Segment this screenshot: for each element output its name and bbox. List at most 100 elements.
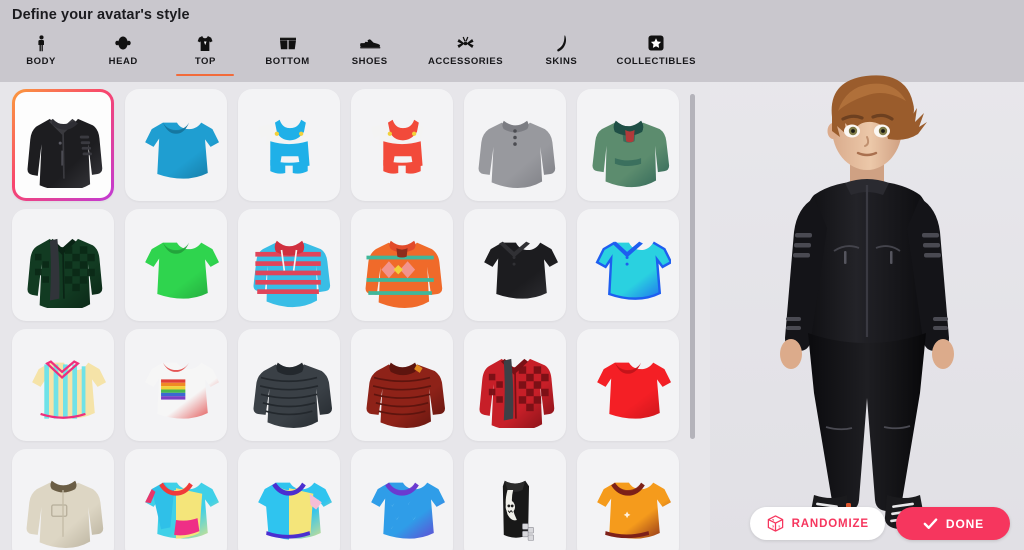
item-cell-green-checkered-jacket[interactable] bbox=[12, 209, 114, 321]
tab-label: COLLECTIBLES bbox=[616, 56, 696, 67]
star-badge-icon bbox=[643, 33, 669, 53]
tab-body[interactable]: BODY bbox=[0, 30, 82, 82]
item-cell-green-hoodie[interactable] bbox=[577, 89, 679, 201]
tab-accessories[interactable]: ACCESSORIES bbox=[411, 30, 521, 82]
garment-blue-heart-print-tshirt bbox=[371, 482, 445, 539]
garment-red-checkered-flannel bbox=[479, 358, 555, 428]
garment-white-rainbow-tshirt bbox=[145, 362, 219, 419]
top-shirt-icon bbox=[192, 33, 218, 53]
garment-black-skull-tank-top bbox=[502, 480, 534, 541]
grid-scrollbar-thumb[interactable] bbox=[690, 94, 695, 439]
item-thumbnail bbox=[238, 449, 340, 550]
check-icon bbox=[922, 515, 939, 532]
item-thumbnail bbox=[125, 449, 227, 550]
item-cell-red-overalls[interactable] bbox=[351, 89, 453, 201]
garment-colorblock-tshirt-yellow bbox=[145, 482, 219, 539]
tab-label: BODY bbox=[26, 56, 56, 67]
svg-text:?: ? bbox=[778, 525, 781, 530]
garment-grey-henley-sweater bbox=[478, 120, 556, 188]
item-thumbnail bbox=[12, 449, 114, 550]
tab-label: SKINS bbox=[545, 56, 578, 67]
item-grid-panel bbox=[0, 82, 710, 550]
item-cell-beige-hooded-sweater[interactable] bbox=[12, 449, 114, 550]
item-cell-black-skull-tank-top[interactable] bbox=[464, 449, 566, 550]
tab-shoes[interactable]: SHOES bbox=[329, 30, 411, 82]
item-thumbnail bbox=[577, 449, 679, 550]
avatar-stage[interactable] bbox=[710, 0, 1024, 550]
item-cell-orange-patterned-sweater[interactable] bbox=[351, 209, 453, 321]
tab-active-underline bbox=[94, 74, 152, 77]
item-thumbnail bbox=[351, 329, 453, 441]
item-cell-blue-tshirt[interactable] bbox=[125, 89, 227, 201]
garment-red-overalls bbox=[371, 119, 424, 174]
item-thumbnail bbox=[464, 209, 566, 321]
garment-red-puffer-jacket bbox=[366, 362, 445, 428]
avatar-figure bbox=[780, 75, 954, 530]
tab-head[interactable]: HEAD bbox=[82, 30, 164, 82]
garment-black-bomber-jacket bbox=[27, 118, 103, 188]
item-cell-red-tshirt[interactable] bbox=[577, 329, 679, 441]
action-button-row: ? ? ? RANDOMIZE DONE bbox=[749, 507, 1010, 540]
item-thumbnail bbox=[464, 449, 566, 550]
done-button[interactable]: DONE bbox=[895, 507, 1010, 540]
item-cell-black-bomber-jacket[interactable] bbox=[12, 89, 114, 201]
garment-green-hoodie bbox=[592, 120, 670, 188]
item-cell-green-tshirt[interactable] bbox=[125, 209, 227, 321]
body-icon bbox=[28, 33, 54, 53]
garment-striped-pastel-polo bbox=[32, 360, 106, 419]
tab-label: SHOES bbox=[351, 56, 388, 67]
item-cell-blue-heart-print-tshirt[interactable] bbox=[351, 449, 453, 550]
item-thumbnail bbox=[577, 209, 679, 321]
item-cell-blue-overalls[interactable] bbox=[238, 89, 340, 201]
garment-striped-red-blue-hoodie bbox=[253, 240, 331, 308]
item-thumbnail bbox=[125, 329, 227, 441]
brush-icon bbox=[548, 33, 574, 53]
garment-orange-patterned-sweater bbox=[365, 240, 443, 308]
tab-skins[interactable]: SKINS bbox=[520, 30, 602, 82]
item-thumbnail bbox=[351, 209, 453, 321]
item-thumbnail bbox=[577, 89, 679, 201]
tab-top[interactable]: TOP bbox=[164, 30, 246, 82]
item-cell-colorblock-tshirt-pink[interactable] bbox=[238, 449, 340, 550]
tab-label: BOTTOM bbox=[265, 56, 310, 67]
item-cell-black-puffer-jacket[interactable] bbox=[238, 329, 340, 441]
tab-active-underline bbox=[12, 74, 70, 77]
tab-active-underline bbox=[259, 74, 317, 77]
tab-collectibles[interactable]: COLLECTIBLES bbox=[602, 30, 710, 82]
item-cell-striped-pastel-polo[interactable] bbox=[12, 329, 114, 441]
item-thumbnail bbox=[351, 89, 453, 201]
garment-black-puffer-jacket bbox=[253, 362, 332, 428]
bow-icon bbox=[453, 33, 479, 53]
avatar-preview[interactable] bbox=[710, 55, 1024, 550]
garment-cyan-polo-shirt bbox=[595, 241, 671, 300]
garment-blue-tshirt bbox=[145, 122, 219, 179]
head-icon bbox=[110, 33, 136, 53]
grid-scrollbar-track[interactable] bbox=[690, 94, 695, 439]
item-cell-white-rainbow-tshirt[interactable] bbox=[125, 329, 227, 441]
garment-green-checkered-jacket bbox=[27, 238, 103, 308]
item-cell-cyan-polo-shirt[interactable] bbox=[577, 209, 679, 321]
item-grid bbox=[12, 89, 682, 550]
tab-label: ACCESSORIES bbox=[427, 56, 504, 67]
shorts-icon bbox=[275, 33, 301, 53]
randomize-button[interactable]: ? ? ? RANDOMIZE bbox=[749, 507, 885, 540]
item-cell-striped-red-blue-hoodie[interactable] bbox=[238, 209, 340, 321]
tab-active-underline bbox=[341, 74, 399, 77]
garment-red-tshirt bbox=[597, 362, 671, 419]
item-cell-black-polo-shirt[interactable] bbox=[464, 209, 566, 321]
item-thumbnail bbox=[12, 209, 114, 321]
tab-active-underline bbox=[437, 74, 495, 77]
garment-orange-tshirt bbox=[597, 482, 671, 539]
item-cell-orange-tshirt[interactable] bbox=[577, 449, 679, 550]
item-cell-colorblock-tshirt-yellow[interactable] bbox=[125, 449, 227, 550]
svg-text:?: ? bbox=[771, 525, 774, 530]
garment-blue-overalls bbox=[258, 119, 311, 174]
page-title: Define your avatar's style bbox=[12, 7, 190, 23]
category-tab-bar: BODY HEAD TOP BOTTOM SHOES ACCESSORIES SKINS CO… bbox=[0, 30, 710, 82]
item-cell-grey-henley-sweater[interactable] bbox=[464, 89, 566, 201]
item-cell-red-checkered-flannel[interactable] bbox=[464, 329, 566, 441]
tab-label: TOP bbox=[194, 56, 216, 67]
item-cell-red-puffer-jacket[interactable] bbox=[351, 329, 453, 441]
tab-bottom[interactable]: BOTTOM bbox=[246, 30, 328, 82]
item-thumbnail bbox=[464, 329, 566, 441]
